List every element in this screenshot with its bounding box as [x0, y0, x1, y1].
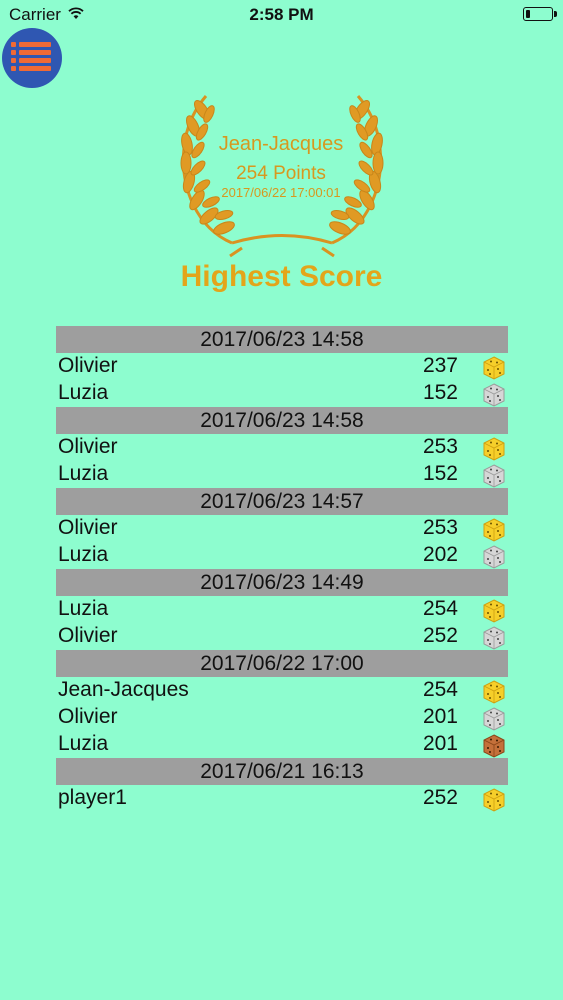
yellow-die-icon — [483, 599, 505, 623]
battery-icon — [523, 7, 557, 21]
player-name: Olivier — [58, 435, 118, 458]
yellow-die-icon — [483, 788, 505, 812]
player-score: 253 — [422, 516, 458, 539]
player-score: 254 — [422, 597, 458, 620]
score-history-list[interactable]: 2017/06/23 14:58 Olivier 237 Luzia 152 2017/0… — [56, 326, 508, 812]
gray-die-icon — [483, 626, 505, 650]
player-name: Luzia — [58, 543, 109, 566]
player-score: 201 — [422, 705, 458, 728]
player-name: Luzia — [58, 597, 109, 620]
player-score-row[interactable]: Olivier 237 — [56, 353, 508, 380]
brown-die-icon — [483, 734, 505, 758]
player-name: Jean-Jacques — [58, 678, 189, 701]
player-score-row[interactable]: Olivier 201 — [56, 704, 508, 731]
player-name: Olivier — [58, 624, 118, 647]
status-bar: Carrier 2:58 PM — [0, 0, 563, 30]
yellow-die-icon — [483, 356, 505, 380]
gray-die-icon — [483, 383, 505, 407]
highest-score-title: Highest Score — [180, 260, 383, 293]
highest-score-date: 2017/06/22 17:00:01 — [221, 185, 341, 200]
menu-button[interactable] — [2, 28, 62, 88]
gray-die-icon — [483, 707, 505, 731]
game-date-header: 2017/06/23 14:57 — [56, 488, 508, 515]
player-score: 252 — [422, 624, 458, 647]
yellow-die-icon — [483, 680, 505, 704]
game-date-header: 2017/06/22 17:00 — [56, 650, 508, 677]
player-score: 252 — [422, 786, 458, 809]
player-score-row[interactable]: Luzia 254 — [56, 596, 508, 623]
player-score-row[interactable]: player1 252 — [56, 785, 508, 812]
gray-die-icon — [483, 545, 505, 569]
player-score-row[interactable]: Luzia 201 — [56, 731, 508, 758]
highest-score-points: 254 Points — [236, 163, 326, 184]
player-score-row[interactable]: Jean-Jacques 254 — [56, 677, 508, 704]
game-date-header: 2017/06/23 14:58 — [56, 407, 508, 434]
player-name: Luzia — [58, 381, 109, 404]
yellow-die-icon — [483, 518, 505, 542]
player-score: 253 — [422, 435, 458, 458]
game-date-header: 2017/06/21 16:13 — [56, 758, 508, 785]
highest-score-player: Jean-Jacques — [218, 133, 344, 155]
player-score: 237 — [422, 354, 458, 377]
player-name: Olivier — [58, 516, 118, 539]
game-date-header: 2017/06/23 14:58 — [56, 326, 508, 353]
list-menu-icon — [11, 42, 51, 71]
yellow-die-icon — [483, 437, 505, 461]
game-date-header: 2017/06/23 14:49 — [56, 569, 508, 596]
player-score: 201 — [422, 732, 458, 755]
player-score-row[interactable]: Luzia 152 — [56, 461, 508, 488]
player-score-row[interactable]: Olivier 252 — [56, 623, 508, 650]
player-name: player1 — [58, 786, 127, 809]
player-name: Olivier — [58, 705, 118, 728]
player-name: Luzia — [58, 462, 109, 485]
player-score: 202 — [422, 543, 458, 566]
player-score-row[interactable]: Olivier 253 — [56, 515, 508, 542]
gray-die-icon — [483, 464, 505, 488]
player-name: Olivier — [58, 354, 118, 377]
player-score-row[interactable]: Luzia 202 — [56, 542, 508, 569]
player-score-row[interactable]: Luzia 152 — [56, 380, 508, 407]
player-score: 152 — [422, 381, 458, 404]
player-score: 152 — [422, 462, 458, 485]
player-name: Luzia — [58, 732, 109, 755]
player-score: 254 — [422, 678, 458, 701]
player-score-row[interactable]: Olivier 253 — [56, 434, 508, 461]
clock: 2:58 PM — [249, 5, 314, 24]
